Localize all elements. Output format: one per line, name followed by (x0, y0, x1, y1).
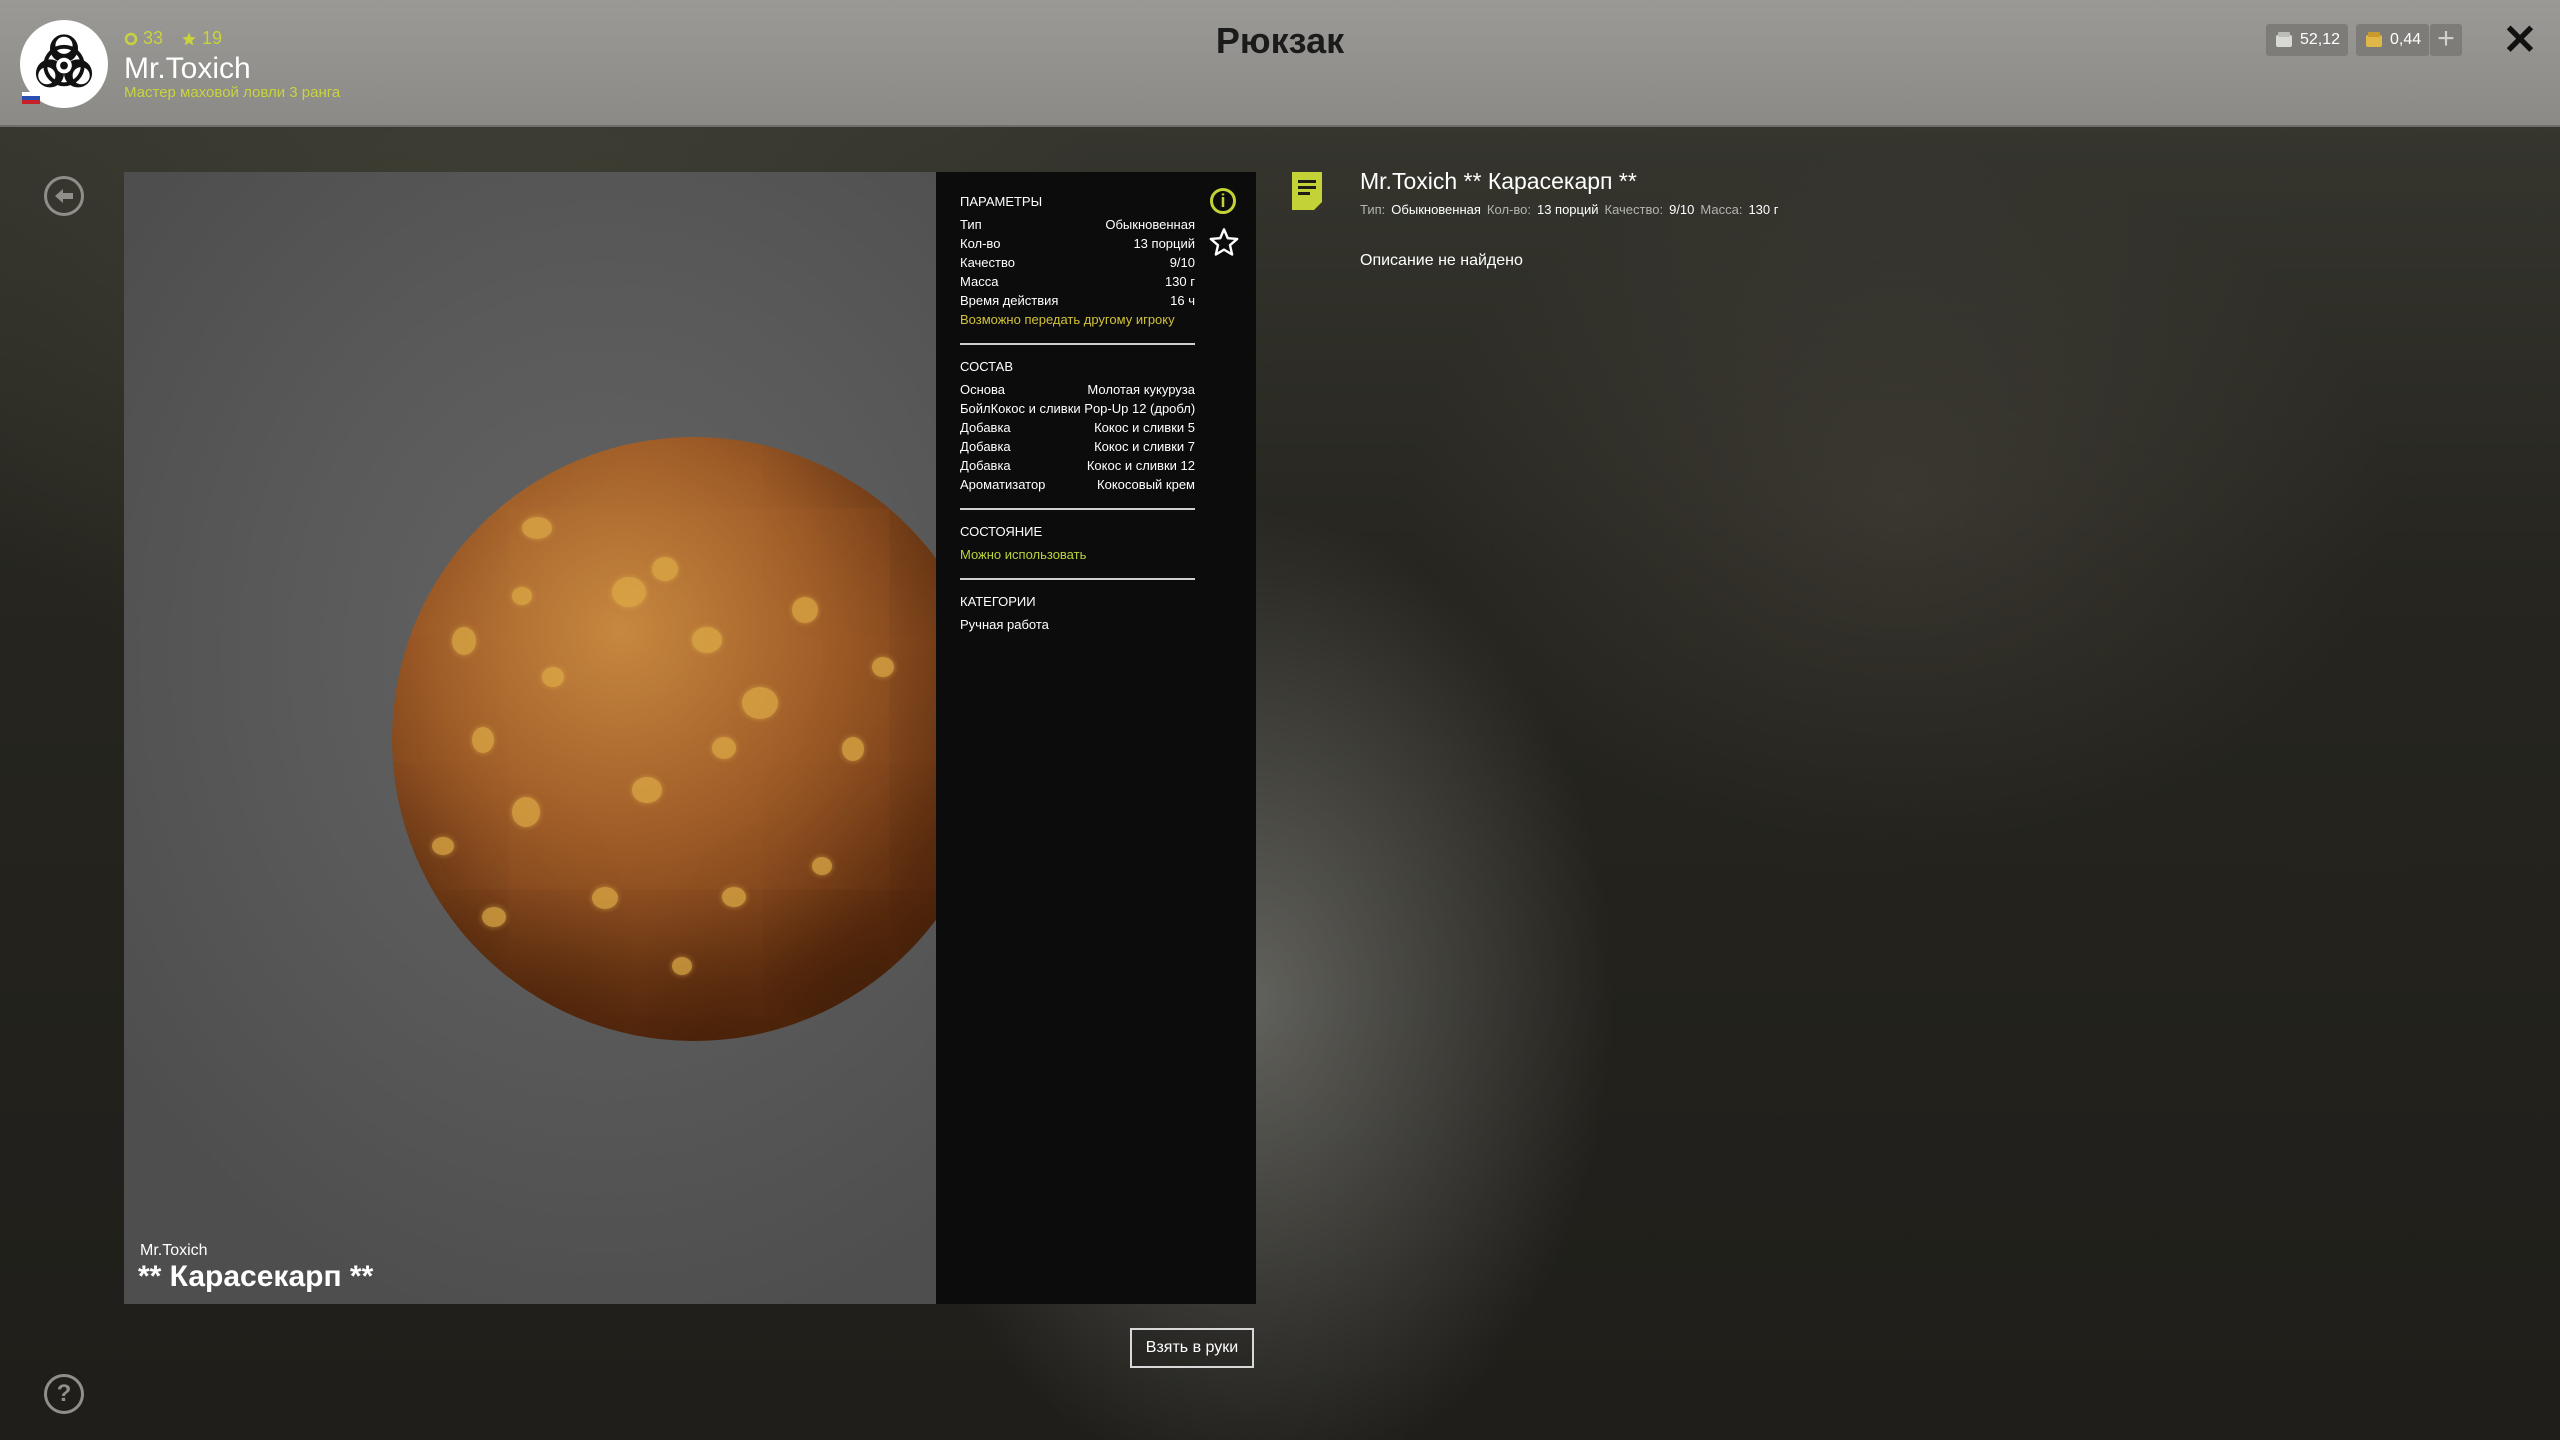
composition-row: Добавка Кокос и сливки 5 (960, 420, 1195, 435)
detail-description: Описание не найдено (1360, 252, 1523, 269)
silver-icon (2276, 32, 2292, 47)
silver-balance: 52,12 (2266, 24, 2349, 56)
param-row: Качество 9/10 (960, 255, 1195, 270)
composition-list: Основа Молотая кукуруза Бойл Кокос и сливк… (960, 380, 1195, 494)
flag-icon (22, 92, 40, 104)
param-row: Время действия 16 ч (960, 293, 1195, 308)
username[interactable]: Mr.Toxich (124, 52, 251, 86)
param-row: Масса 130 г (960, 274, 1195, 289)
composition-row: Ароматизатор Кокосовый крем (960, 477, 1195, 492)
composition-row: Основа Молотая кукуруза (960, 382, 1195, 397)
gold-icon (2366, 32, 2382, 47)
back-icon[interactable] (44, 176, 84, 216)
params-list: Тип Обыкновенная Кол-во 13 порций Качество… (960, 215, 1195, 310)
boilie-image (392, 437, 936, 1041)
preview-item-name: ** Карасекарп ** (138, 1260, 374, 1293)
star-icon (182, 31, 196, 45)
help-icon[interactable]: ? (44, 1374, 84, 1414)
params-title: ПАРАМЕТРЫ (960, 194, 1043, 209)
take-in-hands-button[interactable]: Взять в руки (1130, 1328, 1254, 1368)
composition-title: СОСТАВ (960, 359, 1014, 374)
divider (960, 578, 1195, 580)
favorite-star-icon[interactable] (1208, 226, 1240, 258)
coin-icon (124, 32, 138, 45)
composition-row: Добавка Кокос и сливки 7 (960, 439, 1195, 454)
document-icon (1292, 172, 1322, 210)
level-stat: 33 (124, 28, 163, 49)
preview-owner: Mr.Toxich (140, 1242, 208, 1259)
state-title: СОСТОЯНИЕ (960, 524, 1043, 539)
add-currency-button[interactable]: + (2430, 24, 2462, 56)
state-value: Можно использовать (960, 547, 1087, 562)
transfer-note: Возможно передать другому игроку (960, 312, 1175, 327)
detail-title: Mr.Toxich ** Карасекарп ** (1360, 168, 1637, 194)
param-row: Кол-во 13 порций (960, 236, 1195, 251)
page-title: Рюкзак (1215, 20, 1345, 61)
divider (960, 343, 1195, 345)
top-bar: 33 19 Mr.Toxich Мастер маховой ловли 3 р… (0, 0, 2560, 127)
player-stats: 33 19 (124, 28, 222, 49)
item-preview[interactable]: Mr.Toxich ** Карасекарп ** (124, 172, 936, 1304)
composition-row: Добавка Кокос и сливки 12 (960, 458, 1195, 473)
info-icon[interactable]: i (1210, 188, 1236, 214)
category-value: Ручная работа (960, 617, 1049, 632)
param-row: Тип Обыкновенная (960, 217, 1195, 232)
categories-title: КАТЕГОРИИ (960, 594, 1036, 609)
close-icon[interactable]: ✕ (2500, 19, 2540, 61)
gold-balance: 0,44 (2356, 24, 2430, 56)
stars-stat: 19 (181, 28, 222, 49)
composition-row: Бойл Кокос и сливки Pop-Up 12 (дробл) (960, 401, 1196, 416)
detail-meta: Тип: Обыкновенная Кол-во: 13 порций Качест… (1360, 202, 1779, 217)
player-rank: Мастер маховой ловли 3 ранга (124, 84, 341, 101)
divider (960, 508, 1195, 510)
item-info-panel: i ПАРАМЕТРЫ Тип Обыкновенная Кол-во 13 пор… (936, 172, 1256, 1304)
